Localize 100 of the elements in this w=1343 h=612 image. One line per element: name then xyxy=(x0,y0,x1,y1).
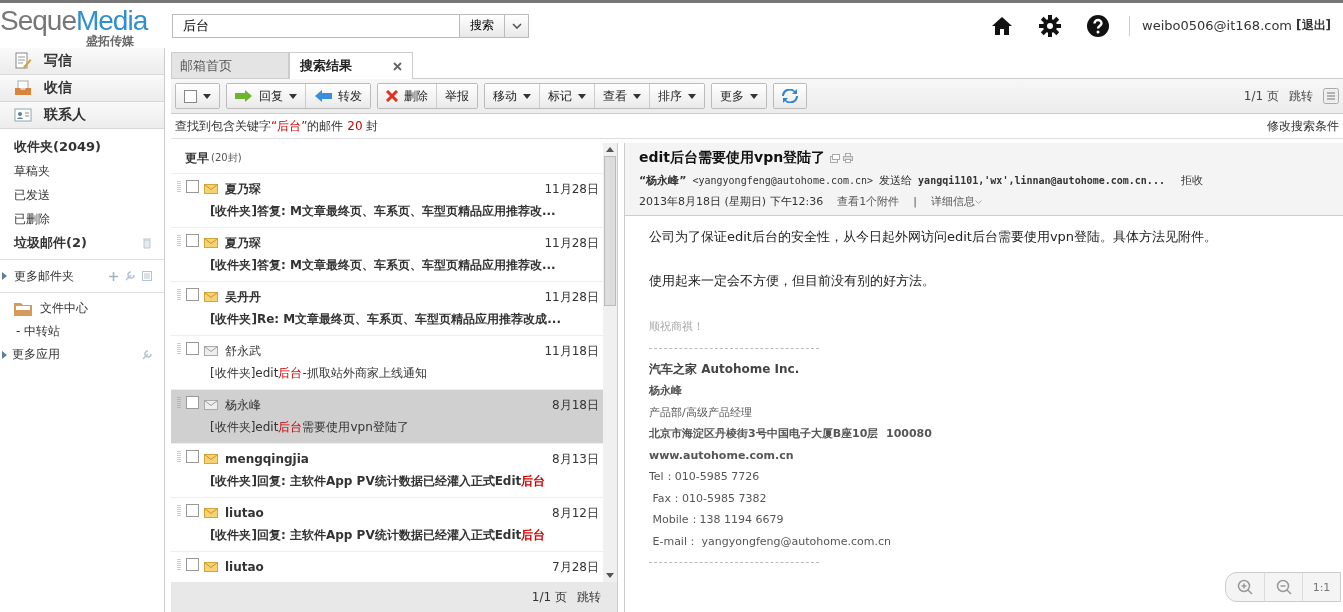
tab[interactable]: 搜索结果 xyxy=(289,52,413,79)
toolbar-button[interactable]: 举报 xyxy=(436,84,477,108)
print-icon[interactable] xyxy=(843,153,854,163)
user-email: weibo0506@it168.com xyxy=(1142,18,1293,33)
row-checkbox[interactable] xyxy=(186,557,199,571)
logout-link[interactable]: [退出] xyxy=(1296,17,1331,34)
search-button[interactable]: 搜索 xyxy=(460,13,505,38)
folder-icon xyxy=(14,301,32,316)
expand-arrow-icon[interactable] xyxy=(2,272,7,280)
row-checkbox[interactable] xyxy=(186,287,199,301)
right-arrow-icon xyxy=(235,90,253,102)
list-icon[interactable] xyxy=(142,271,152,281)
row-checkbox[interactable] xyxy=(186,503,199,517)
message-paragraph: 公司为了保证edit后台的安全性，从今日起外网访问edit后台需要使用vpn登陆。具体方法见附件。 xyxy=(649,228,1219,246)
sender-name: “杨永峰” xyxy=(639,173,687,188)
row-checkbox[interactable] xyxy=(186,233,199,247)
drag-handle-icon[interactable] xyxy=(177,450,181,464)
toolbar-button[interactable]: 查看 xyxy=(594,84,649,108)
folder-row[interactable]: 已删除 xyxy=(0,207,164,231)
row-checkbox[interactable] xyxy=(186,179,199,193)
toolbar-button[interactable]: 转发 xyxy=(305,84,370,108)
popout-icon[interactable] xyxy=(830,153,841,163)
scroll-up-icon[interactable] xyxy=(606,147,614,152)
sender-name: 舒永武 xyxy=(225,342,261,360)
transfer-item[interactable]: - 中转站 xyxy=(16,323,61,340)
drag-handle-icon[interactable] xyxy=(177,504,181,518)
drag-handle-icon[interactable] xyxy=(177,342,181,356)
signature-line: Tel：010-5985 7726 xyxy=(649,469,761,485)
recipients: yangqi1101,'wx',linnan@autohome.com.cn... xyxy=(918,175,1165,186)
reject-link[interactable]: 拒收 xyxy=(1180,173,1203,188)
mail-row[interactable]: 夏乃琛 11月28日 [收件夹]答复: M文章最终页、车系页、车型页精品应用推荐改... xyxy=(171,174,603,228)
folder-item[interactable]: 草稿夹 xyxy=(14,162,50,180)
contact-card-icon xyxy=(14,106,32,124)
menu-icon[interactable] xyxy=(1323,88,1339,104)
toolbar-button[interactable]: 标记 xyxy=(539,84,594,108)
wrench-icon[interactable] xyxy=(125,271,135,281)
signature-line: www.autohome.com.cn xyxy=(649,447,795,464)
drag-handle-icon[interactable] xyxy=(177,180,181,194)
wrench-icon[interactable] xyxy=(142,349,152,360)
attachment-link[interactable]: 查看1个附件 xyxy=(837,194,900,209)
folder-item[interactable]: 已删除 xyxy=(14,210,50,228)
drag-handle-icon[interactable] xyxy=(177,558,181,572)
mail-row[interactable]: liutao 8月12日 [收件夹]回复: 主软件App PV统计数据已经灌入正式Edit后台 xyxy=(171,498,603,552)
sender-name: 杨永峰 xyxy=(225,396,261,414)
sidebar-action[interactable]: 联系人 xyxy=(0,102,164,129)
more-folders-item[interactable]: 更多邮件夹 xyxy=(14,267,74,285)
drag-handle-icon[interactable] xyxy=(177,234,181,248)
help-icon[interactable] xyxy=(1087,14,1110,37)
toolbar-button[interactable]: 移动 xyxy=(485,84,539,108)
add-icon[interactable] xyxy=(109,271,118,281)
jump-link[interactable]: 跳转 xyxy=(577,588,601,606)
toolbar-button[interactable]: 回复 xyxy=(227,84,305,108)
mail-row[interactable]: mengqingjia 8月13日 [收件夹]回复: 主软件App PV统计数据已经灌入正式Edit后台 xyxy=(171,444,603,498)
sidebar-action[interactable]: 写信 xyxy=(0,48,164,75)
home-icon[interactable] xyxy=(991,15,1014,36)
modify-search-link[interactable]: 修改搜索条件 xyxy=(1267,117,1339,135)
scrollbar[interactable] xyxy=(603,143,617,582)
mail-row[interactable]: 杨永峰 8月18日 [收件夹]edit后台需要使用vpn登陆了 xyxy=(171,390,603,444)
folder-row[interactable]: 草稿夹 xyxy=(0,159,164,183)
chevron-down-icon xyxy=(511,22,522,29)
jump-link[interactable]: 跳转 xyxy=(1289,87,1313,105)
folder-row[interactable]: 收件夹(2049) xyxy=(0,135,164,159)
caret-icon xyxy=(289,93,297,99)
folder-item[interactable]: 垃圾邮件(2) xyxy=(14,234,87,252)
folder-item[interactable]: 收件夹(2049) xyxy=(14,138,102,156)
refresh-button[interactable] xyxy=(774,84,806,108)
zoom-out-icon xyxy=(1275,579,1292,595)
toolbar-button[interactable]: 更多 xyxy=(712,84,766,108)
caret-icon xyxy=(633,93,641,99)
select-menu-button[interactable] xyxy=(176,84,219,108)
mail-row[interactable]: 夏乃琛 11月28日 [收件夹]答复: M文章最终页、车系页、车型页精品应用推荐改... xyxy=(171,228,603,282)
search-field[interactable]: 后台 xyxy=(172,13,460,38)
row-checkbox[interactable] xyxy=(186,341,199,355)
signature-greeting: 顺祝商祺！ xyxy=(649,319,705,335)
details-link[interactable]: 详细信息 xyxy=(931,194,982,209)
toolbar-button[interactable]: 排序 xyxy=(649,84,704,108)
more-apps-item[interactable]: 更多应用 xyxy=(12,346,60,363)
folder-item[interactable]: 已发送 xyxy=(14,186,50,204)
folder-row[interactable]: 垃圾邮件(2) xyxy=(0,231,164,255)
folder-row[interactable]: 已发送 xyxy=(0,183,164,207)
caret-icon xyxy=(203,93,211,99)
scroll-down-icon[interactable] xyxy=(606,573,614,578)
zoom-in-icon xyxy=(1237,579,1253,595)
mail-date: 11月28日 xyxy=(544,180,599,198)
row-checkbox[interactable] xyxy=(186,449,199,463)
tab[interactable]: 邮箱首页 xyxy=(171,52,289,78)
drag-handle-icon[interactable] xyxy=(177,288,181,302)
close-icon[interactable] xyxy=(393,61,402,71)
chevron-down-icon xyxy=(975,200,982,205)
expand-arrow-icon[interactable] xyxy=(2,350,7,359)
row-checkbox[interactable] xyxy=(186,395,199,409)
trash-icon[interactable] xyxy=(142,237,152,249)
caret-icon xyxy=(750,93,758,99)
mail-date: 8月12日 xyxy=(552,504,599,522)
search-options-button[interactable] xyxy=(505,13,529,38)
file-center-item[interactable]: 文件中心 xyxy=(40,300,88,317)
mail-row[interactable]: 吴丹丹 11月28日 [收件夹]Re: M文章最终页、车系页、车型页精品应用推荐改成... xyxy=(171,282,603,336)
message-title: edit后台需要使用vpn登陆了 xyxy=(639,149,826,167)
toolbar-button[interactable]: 删除 xyxy=(378,84,436,108)
sidebar-action[interactable]: 收信 xyxy=(0,75,164,102)
